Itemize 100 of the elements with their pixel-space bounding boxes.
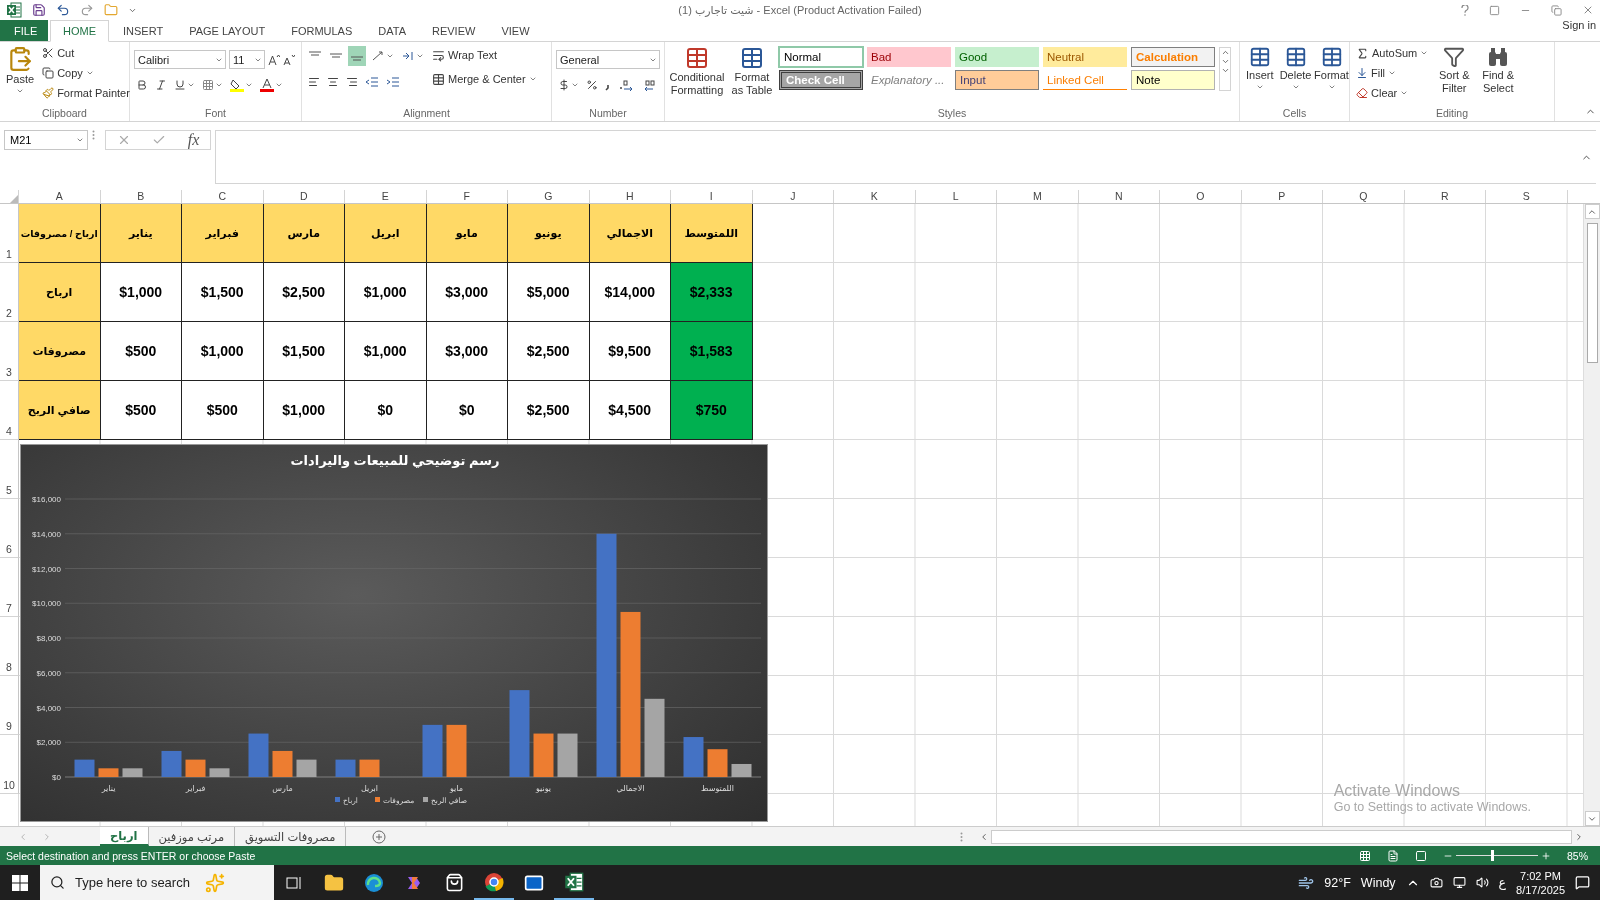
find-select-button[interactable]: Find & Select xyxy=(1478,44,1519,97)
column-header[interactable]: C xyxy=(182,190,264,203)
column-header[interactable]: S xyxy=(1486,190,1568,203)
input-language[interactable]: ع xyxy=(1498,875,1507,890)
merge-center-button[interactable]: Merge & Center xyxy=(430,70,539,88)
row-number[interactable]: 6 xyxy=(0,499,19,558)
horizontal-scrollbar[interactable] xyxy=(991,829,1572,844)
wrap-text-button[interactable]: Wrap Text xyxy=(430,46,539,64)
column-header[interactable]: M xyxy=(997,190,1079,203)
zoom-level[interactable]: 85% xyxy=(1567,849,1588,862)
column-header[interactable]: P xyxy=(1241,190,1323,203)
number-format-field[interactable]: General xyxy=(556,50,660,69)
scroll-down-icon[interactable] xyxy=(1220,57,1230,66)
zoom-in-icon[interactable] xyxy=(1541,850,1551,861)
cell-style-option[interactable]: Input xyxy=(955,70,1039,90)
ribbon-tab[interactable]: FORMULAS xyxy=(279,20,365,41)
more-icon[interactable] xyxy=(1220,66,1230,75)
format-painter-button[interactable]: Format Painter xyxy=(40,84,132,102)
column-header[interactable]: R xyxy=(1404,190,1486,203)
row-number[interactable]: 4 xyxy=(0,381,19,440)
scrollbar-thumb[interactable] xyxy=(1586,223,1598,363)
ribbon-display-icon[interactable] xyxy=(1489,4,1500,16)
sheet-tab[interactable]: ارباح xyxy=(100,827,149,846)
copy-button[interactable]: Copy xyxy=(40,64,132,82)
column-header[interactable]: D xyxy=(263,190,345,203)
undo-icon[interactable] xyxy=(56,3,70,17)
formula-input[interactable] xyxy=(215,130,1596,184)
cells-button[interactable]: Format xyxy=(1315,44,1348,93)
row-number[interactable]: 10 xyxy=(0,735,19,794)
restore-icon[interactable] xyxy=(1551,4,1562,16)
column-header[interactable]: K xyxy=(834,190,916,203)
font-name-field[interactable]: Calibri xyxy=(134,50,226,69)
help-icon[interactable] xyxy=(1461,4,1469,16)
close-icon[interactable] xyxy=(1582,4,1594,16)
font-size-field[interactable]: 11 xyxy=(229,50,265,69)
name-box[interactable]: M21 xyxy=(4,130,88,150)
column-header[interactable]: O xyxy=(1160,190,1242,203)
row-number[interactable]: 1 xyxy=(0,204,19,263)
clear-button[interactable]: Clear xyxy=(1354,84,1431,102)
temperature[interactable]: 92°F xyxy=(1324,875,1351,890)
column-header[interactable]: J xyxy=(752,190,834,203)
column-header[interactable]: H xyxy=(589,190,671,203)
speaker-icon[interactable] xyxy=(1475,876,1489,889)
camera-icon[interactable] xyxy=(1429,876,1443,889)
ribbon-tab[interactable]: DATA xyxy=(366,20,418,41)
ribbon-tab[interactable]: FILE xyxy=(0,20,48,41)
save-icon[interactable] xyxy=(32,3,46,17)
column-header[interactable]: E xyxy=(345,190,427,203)
notification-icon[interactable] xyxy=(1575,875,1590,890)
conditional-formatting-button[interactable]: Conditional Formatting xyxy=(669,44,725,99)
row-number[interactable]: 8 xyxy=(0,617,19,676)
shrink-font-icon[interactable] xyxy=(283,53,295,66)
enter-icon[interactable] xyxy=(152,133,167,147)
scroll-right-icon[interactable] xyxy=(1574,831,1584,842)
cell-style-option[interactable]: Note xyxy=(1131,70,1215,90)
search-bar[interactable]: Type here to search xyxy=(40,865,274,900)
column-header[interactable]: B xyxy=(100,190,182,203)
row-number[interactable]: 5 xyxy=(0,440,19,499)
ribbon-tab[interactable]: INSERT xyxy=(111,20,176,41)
autosum-button[interactable]: AutoSum xyxy=(1354,44,1431,62)
folder-icon[interactable] xyxy=(104,3,118,17)
column-header[interactable]: I xyxy=(671,190,753,203)
cell-style-option[interactable]: Normal xyxy=(779,47,863,67)
column-header[interactable]: L xyxy=(915,190,997,203)
scroll-up-icon[interactable] xyxy=(1220,48,1230,57)
sort-filter-button[interactable]: Sort & Filter xyxy=(1434,44,1475,97)
fill-button[interactable]: Fill xyxy=(1354,64,1431,82)
clock[interactable]: 7:02 PM 8/17/2025 xyxy=(1516,868,1565,897)
cell-style-option[interactable]: Bad xyxy=(867,47,951,67)
ribbon-tab[interactable]: VIEW xyxy=(489,20,542,41)
insert-function-button[interactable]: fx xyxy=(187,131,200,149)
row-number[interactable]: 7 xyxy=(0,558,19,617)
format-as-table-button[interactable]: Format as Table xyxy=(729,44,775,99)
monitor-icon[interactable] xyxy=(1452,876,1466,889)
page-layout-icon[interactable] xyxy=(1387,849,1399,862)
cells-button[interactable]: Insert xyxy=(1244,44,1276,93)
weather-condition[interactable]: Windy xyxy=(1360,875,1396,890)
sign-in-link[interactable]: Sign in xyxy=(1562,19,1596,31)
row-number[interactable]: 2 xyxy=(0,263,19,322)
redo-icon[interactable] xyxy=(80,3,94,17)
paste-button[interactable]: Paste xyxy=(4,44,37,97)
search-input[interactable]: Type here to search xyxy=(73,874,197,891)
cell-style-option[interactable]: Good xyxy=(955,47,1039,67)
row-number[interactable]: 3 xyxy=(0,322,19,381)
grow-font-icon[interactable] xyxy=(268,53,280,66)
ribbon-tab[interactable]: REVIEW xyxy=(420,20,488,41)
column-header[interactable]: F xyxy=(426,190,508,203)
ribbon-tab[interactable]: PAGE LAYOUT xyxy=(177,20,278,41)
column-header[interactable]: G xyxy=(508,190,590,203)
cells-button[interactable]: Delete xyxy=(1279,44,1312,93)
vertical-scrollbar[interactable] xyxy=(1583,204,1600,826)
column-header[interactable]: N xyxy=(1078,190,1160,203)
normal-view-icon[interactable] xyxy=(1359,849,1371,862)
row-number[interactable]: 9 xyxy=(0,676,19,735)
cut-button[interactable]: Cut xyxy=(40,44,132,62)
vertical-align-button[interactable] xyxy=(348,46,366,66)
column-header[interactable]: Q xyxy=(1323,190,1405,203)
column-header[interactable]: A xyxy=(19,190,101,203)
cell-style-option[interactable]: Neutral xyxy=(1043,47,1127,67)
ribbon-tab[interactable]: HOME xyxy=(50,20,109,42)
